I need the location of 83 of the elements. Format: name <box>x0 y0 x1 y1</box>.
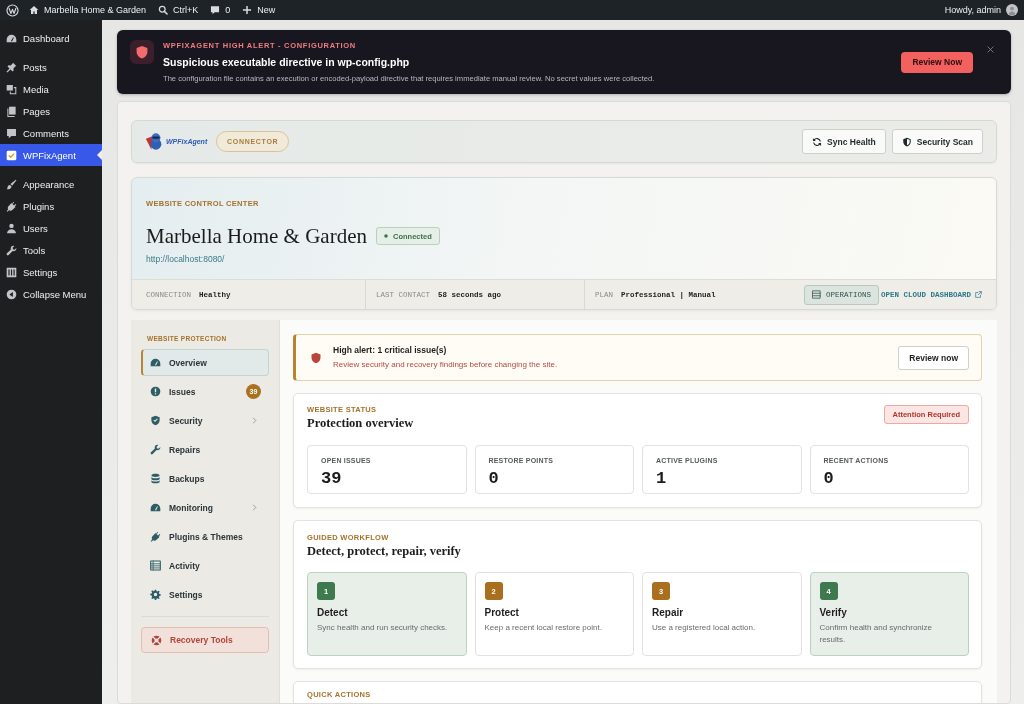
review-now-button[interactable]: Review now <box>898 345 969 370</box>
nav-item[interactable]: Settings <box>141 581 269 608</box>
database-icon <box>150 473 161 484</box>
comment-icon <box>210 5 221 15</box>
account-link[interactable]: Howdy, admin <box>944 0 1018 20</box>
gauge-icon <box>6 32 17 44</box>
nav-item[interactable]: Security <box>141 407 269 434</box>
list-icon <box>150 560 161 571</box>
step-description: Sync health and run security checks. <box>317 622 449 634</box>
nav-item[interactable]: Overview <box>141 349 269 376</box>
step-title: Repair <box>652 607 685 619</box>
media-icon <box>6 83 17 95</box>
nav-item[interactable]: Backups <box>141 465 269 492</box>
settings-icon <box>150 589 161 600</box>
columns-icon <box>6 266 17 278</box>
site-url-link[interactable]: http://localhost:8080/ <box>146 254 225 265</box>
recovery-tools-button[interactable]: Recovery Tools <box>141 627 269 653</box>
avatar-icon <box>1006 4 1018 16</box>
wrench-icon <box>150 444 161 455</box>
menu-item[interactable]: WPFixAgent <box>0 144 102 166</box>
menu-item[interactable]: Tools <box>0 239 102 261</box>
alert-card-title: High alert: 1 critical issue(s) <box>333 345 448 356</box>
card-title: Protection overview <box>307 416 414 431</box>
plug-icon <box>150 531 161 542</box>
step-title: Detect <box>317 607 349 619</box>
comments-link[interactable]: 0 <box>210 0 231 20</box>
nav-item[interactable]: Activity <box>141 552 269 579</box>
stat-value: 0 <box>488 470 500 488</box>
nav-item[interactable]: Plugins & Themes <box>141 523 269 550</box>
shield-icon <box>130 40 154 64</box>
home-icon <box>29 5 39 15</box>
scan-button[interactable]: Security Scan <box>891 129 983 154</box>
menu-item[interactable]: Comments <box>0 122 102 144</box>
pages-icon <box>6 105 17 117</box>
wrench-icon <box>6 244 17 256</box>
step-description: Keep a recent local restore point. <box>484 622 603 634</box>
gauge-icon <box>150 502 161 513</box>
site-title: Marbella Home & Garden <box>146 224 367 248</box>
plug-icon <box>6 200 17 212</box>
user-icon <box>6 222 17 234</box>
collapse-menu-button[interactable]: Collapse Menu <box>0 283 102 305</box>
alert-title: Suspicious executable directive in wp-config.php <box>163 55 411 69</box>
stat-value: 1 <box>656 470 668 488</box>
menu-item[interactable]: Dashboard <box>0 27 102 49</box>
menu-item[interactable]: Plugins <box>0 195 102 217</box>
shield-check-icon <box>150 415 161 426</box>
shield-icon <box>901 136 912 147</box>
menu-item[interactable]: Users <box>0 217 102 239</box>
plus-icon <box>242 5 253 15</box>
menu-item[interactable]: Pages <box>0 100 102 122</box>
nav-item[interactable]: Repairs <box>141 436 269 463</box>
external-link-icon <box>975 291 982 298</box>
sync-icon <box>812 136 823 147</box>
search-link[interactable]: Ctrl+K <box>158 0 199 20</box>
logo-icon[interactable] <box>6 3 19 17</box>
rows-icon <box>811 290 821 299</box>
comment-icon <box>6 127 17 139</box>
stat-value: 39 <box>321 470 343 488</box>
gauge-icon <box>150 357 161 368</box>
lifebuoy-icon <box>151 634 162 646</box>
sync-button[interactable]: Sync Health <box>802 129 886 154</box>
new-link[interactable]: New <box>242 0 276 20</box>
shield-icon <box>310 351 322 364</box>
site-name-link[interactable]: Marbella Home & Garden <box>29 0 147 20</box>
step-description: Confirm health and synchronize results. <box>819 622 933 646</box>
menu-item[interactable]: Appearance <box>0 173 102 195</box>
brush-icon <box>6 178 17 190</box>
alert-card-message: Review security and recovery findings before changing the site. <box>333 359 558 370</box>
step-title: Protect <box>484 607 520 619</box>
step-title: Verify <box>819 607 848 619</box>
menu-item[interactable]: Posts <box>0 56 102 78</box>
stat-value: 0 <box>823 470 835 488</box>
check-tile-icon <box>6 149 17 161</box>
close-icon[interactable] <box>987 46 994 53</box>
search-icon <box>158 5 169 15</box>
step-description: Use a registered local action. <box>652 622 757 634</box>
pin-icon <box>6 61 17 73</box>
card-title: Detect, protect, repair, verify <box>307 544 462 559</box>
menu-item[interactable]: Media <box>0 78 102 100</box>
menu-item[interactable]: Settings <box>0 261 102 283</box>
review-now-button[interactable]: Review Now <box>901 51 973 73</box>
nav-item[interactable]: Monitoring <box>141 494 269 521</box>
exclamation-icon <box>150 386 161 397</box>
